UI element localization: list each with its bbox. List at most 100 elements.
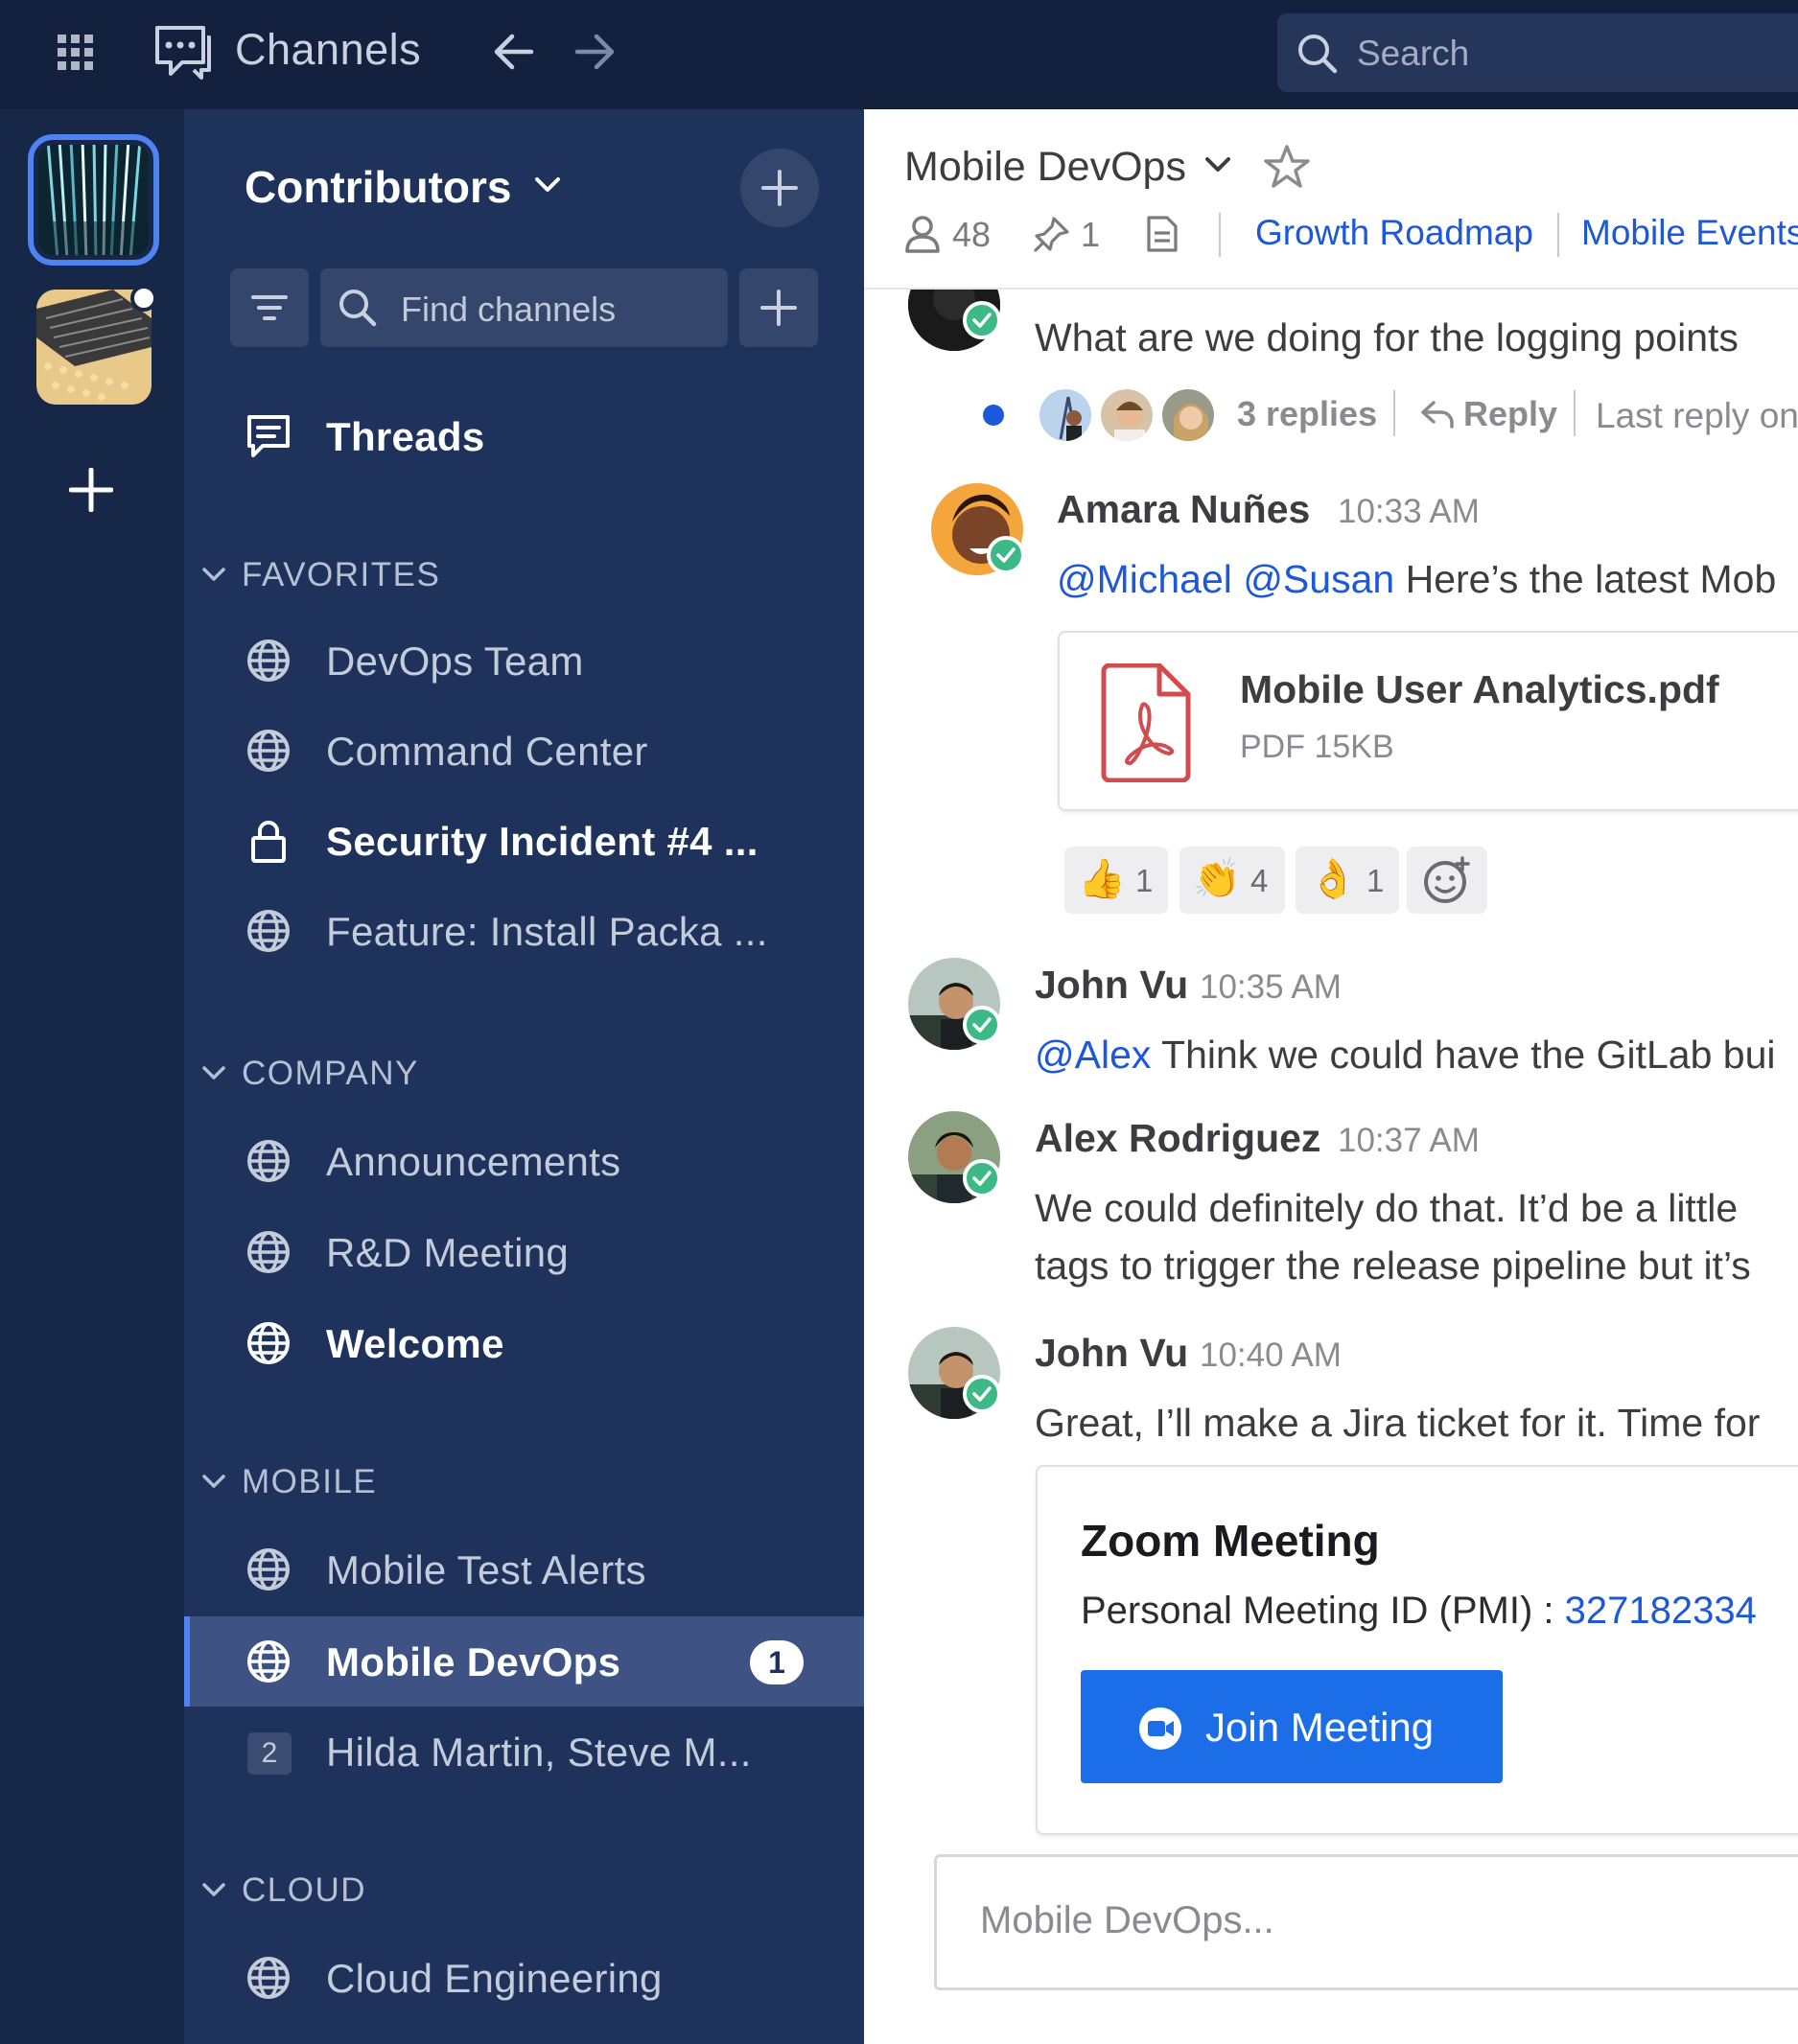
top-bar: Channels Search bbox=[0, 0, 1798, 109]
message-author[interactable]: John Vu bbox=[1035, 1331, 1188, 1376]
files-icon[interactable] bbox=[1146, 215, 1179, 253]
sidebar-item-label: DevOps Team bbox=[326, 639, 584, 684]
globe-icon bbox=[245, 1955, 292, 2001]
new-message-button[interactable] bbox=[740, 149, 819, 227]
lock-icon bbox=[245, 818, 292, 864]
search-icon bbox=[1296, 33, 1339, 75]
sidebar-item-label: Threads bbox=[326, 414, 485, 459]
channels-chat-icon bbox=[153, 24, 213, 81]
sidebar-item-command-center[interactable]: Command Center bbox=[184, 706, 864, 796]
online-status-icon bbox=[963, 1375, 1001, 1413]
message-author[interactable]: John Vu bbox=[1035, 963, 1188, 1008]
channel-title[interactable]: Mobile DevOps bbox=[904, 144, 1186, 191]
message-timestamp[interactable]: 10:40 AM bbox=[1200, 1336, 1342, 1375]
join-meeting-button[interactable]: Join Meeting bbox=[1081, 1670, 1503, 1783]
sidebar-item-label: Welcome bbox=[326, 1321, 504, 1366]
find-channels-placeholder: Find channels bbox=[401, 290, 617, 329]
arrow-left-icon[interactable] bbox=[491, 33, 535, 71]
sidebar-item-cloud-engineering[interactable]: Cloud Engineering bbox=[184, 1933, 864, 2023]
add-reaction-button[interactable] bbox=[1407, 847, 1487, 914]
channel-view: What are we doing for the logging points… bbox=[864, 109, 1798, 2044]
unread-dot bbox=[130, 285, 157, 312]
globe-icon bbox=[245, 1546, 292, 1592]
thread-replies-link[interactable]: 3 replies bbox=[1237, 394, 1377, 434]
reply-button[interactable]: Reply bbox=[1463, 394, 1557, 434]
divider bbox=[1574, 390, 1576, 436]
arrow-right-icon[interactable] bbox=[573, 33, 618, 71]
online-status-icon bbox=[963, 1159, 1001, 1197]
add-channel-button[interactable] bbox=[739, 268, 818, 347]
globe-icon bbox=[245, 1638, 292, 1684]
zoom-meeting-card: Zoom Meeting Personal Meeting ID (PMI) :… bbox=[1036, 1465, 1798, 1835]
divider bbox=[1557, 213, 1559, 257]
sidebar-item-rd-meeting[interactable]: R&D Meeting bbox=[184, 1207, 864, 1297]
members-icon[interactable] bbox=[904, 215, 941, 253]
message-author[interactable]: Amara Nuñes bbox=[1057, 487, 1310, 532]
message-text-content: Here’s the latest Mob bbox=[1405, 557, 1777, 601]
find-channels-input[interactable]: Find channels bbox=[320, 268, 728, 347]
bookmark-growth-roadmap[interactable]: Growth Roadmap bbox=[1255, 213, 1533, 253]
message-timestamp[interactable]: 10:37 AM bbox=[1338, 1122, 1480, 1160]
zoom-pmi-number[interactable]: 327182334 bbox=[1565, 1590, 1757, 1632]
zoom-pmi: Personal Meeting ID (PMI) : 327182334 bbox=[1081, 1590, 1757, 1632]
sidebar-item-group-dm[interactable]: 2 Hilda Martin, Steve M... bbox=[184, 1707, 864, 1797]
add-team-icon[interactable] bbox=[69, 468, 113, 512]
sidebar-item-mobile-devops[interactable]: Mobile DevOps 1 bbox=[184, 1616, 864, 1707]
chevron-down-icon bbox=[202, 1066, 225, 1080]
chevron-down-icon[interactable] bbox=[1204, 155, 1231, 174]
filter-icon bbox=[251, 295, 288, 320]
sidebar-item-label: Mobile Test Alerts bbox=[326, 1547, 646, 1592]
message-author[interactable]: Alex Rodriguez bbox=[1035, 1116, 1320, 1161]
sidebar-item-devops-team[interactable]: DevOps Team bbox=[184, 616, 864, 706]
apps-grid-icon[interactable] bbox=[58, 35, 94, 71]
message-composer[interactable]: Mobile DevOps... bbox=[934, 1854, 1798, 1990]
globe-icon bbox=[245, 1320, 292, 1366]
globe-icon bbox=[245, 638, 292, 684]
sidebar-item-announcements[interactable]: Announcements bbox=[184, 1116, 864, 1206]
message-text-line-2: tags to trigger the release pipeline but… bbox=[1035, 1243, 1751, 1288]
bookmark-mobile-events[interactable]: Mobile Events bbox=[1581, 213, 1798, 253]
group-dm-count: 2 bbox=[247, 1732, 292, 1775]
pinned-count[interactable]: 1 bbox=[1081, 215, 1100, 255]
team-name[interactable]: Contributors bbox=[245, 161, 512, 213]
participant-avatar bbox=[1159, 386, 1217, 444]
sidebar-item-label: Mobile DevOps bbox=[326, 1639, 621, 1684]
filter-button[interactable] bbox=[230, 268, 309, 347]
mention-link[interactable]: @Michael bbox=[1057, 557, 1232, 601]
message-timestamp[interactable]: 10:33 AM bbox=[1338, 493, 1480, 531]
message-text: What are we doing for the logging points bbox=[1035, 315, 1739, 360]
file-name: Mobile User Analytics.pdf bbox=[1240, 667, 1719, 711]
sidebar-item-feature-install[interactable]: Feature: Install Packa ... bbox=[184, 886, 864, 976]
participant-avatar bbox=[1098, 386, 1156, 444]
globe-icon bbox=[245, 728, 292, 774]
sidebar-item-label: Announcements bbox=[326, 1139, 621, 1184]
mention-link[interactable]: @Susan bbox=[1243, 557, 1394, 601]
chevron-down-icon[interactable] bbox=[533, 175, 562, 195]
sidebar-item-label: Command Center bbox=[326, 729, 648, 774]
team-thumbnail-light-rays bbox=[38, 145, 149, 255]
sidebar-item-threads[interactable]: Threads bbox=[184, 391, 864, 481]
member-count[interactable]: 48 bbox=[952, 215, 991, 255]
star-icon[interactable] bbox=[1263, 144, 1311, 190]
pin-icon[interactable] bbox=[1033, 215, 1071, 253]
reaction-thumbs-up[interactable]: 👍 1 bbox=[1064, 847, 1168, 914]
chevron-down-icon bbox=[202, 1475, 225, 1488]
global-search-input[interactable]: Search bbox=[1277, 13, 1798, 92]
zoom-card-title: Zoom Meeting bbox=[1081, 1516, 1380, 1566]
sidebar-item-security-incident[interactable]: Security Incident #4 ... bbox=[184, 796, 864, 886]
file-attachment[interactable]: Mobile User Analytics.pdf PDF 15KB bbox=[1058, 631, 1798, 811]
reaction-clap[interactable]: 👏 4 bbox=[1179, 847, 1285, 914]
sidebar-item-mobile-test-alerts[interactable]: Mobile Test Alerts bbox=[184, 1524, 864, 1614]
unread-thread-dot bbox=[983, 405, 1004, 426]
team-icon-active[interactable] bbox=[28, 134, 159, 266]
search-icon bbox=[338, 288, 378, 328]
mention-link[interactable]: @Alex bbox=[1035, 1033, 1151, 1077]
reaction-ok-hand[interactable]: 👌 1 bbox=[1296, 847, 1399, 914]
sidebar-item-welcome[interactable]: Welcome bbox=[184, 1298, 864, 1388]
message-timestamp[interactable]: 10:35 AM bbox=[1200, 968, 1342, 1007]
search-placeholder: Search bbox=[1357, 34, 1470, 73]
threads-icon bbox=[245, 413, 292, 459]
pdf-file-icon bbox=[1098, 663, 1194, 782]
app-title: Channels bbox=[235, 25, 422, 74]
sidebar-item-label: Security Incident #4 ... bbox=[326, 819, 759, 864]
